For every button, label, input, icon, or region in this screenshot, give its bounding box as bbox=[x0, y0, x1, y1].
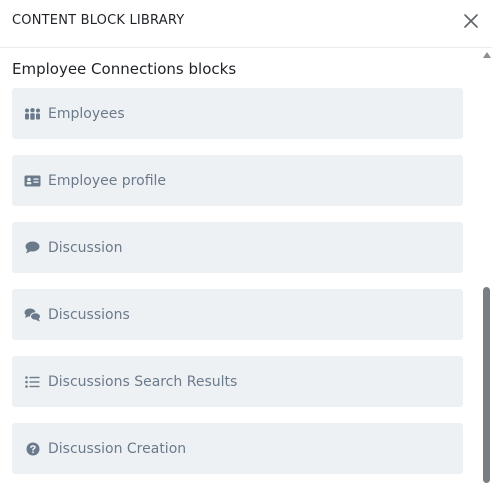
block-discussion-creation[interactable]: Discussion Creation bbox=[12, 423, 463, 474]
block-label: Discussions bbox=[48, 306, 130, 323]
id-card-icon bbox=[24, 173, 41, 189]
block-discussions[interactable]: Discussions bbox=[12, 289, 463, 340]
close-button[interactable] bbox=[460, 10, 482, 32]
question-circle-icon bbox=[24, 441, 41, 457]
block-label: Discussions Search Results bbox=[48, 373, 238, 390]
block-discussion[interactable]: Discussion bbox=[12, 222, 463, 273]
block-label: Employee profile bbox=[48, 172, 167, 189]
dialog-title: CONTENT BLOCK LIBRARY bbox=[12, 13, 185, 28]
block-library-content: Employee Connections blocks Employees Em… bbox=[0, 48, 492, 483]
block-discussions-search-results[interactable]: Discussions Search Results bbox=[12, 356, 463, 407]
block-label: Discussion Creation bbox=[48, 440, 187, 457]
list-icon bbox=[24, 374, 41, 390]
block-employee-profile[interactable]: Employee profile bbox=[12, 155, 463, 206]
scrollbar-thumb[interactable] bbox=[483, 287, 490, 483]
block-label: Discussion bbox=[48, 239, 123, 256]
vertical-scrollbar[interactable] bbox=[481, 48, 492, 483]
speech-bubbles-icon bbox=[24, 307, 41, 323]
block-label: Employees bbox=[48, 105, 125, 122]
dialog-header: CONTENT BLOCK LIBRARY bbox=[0, 0, 492, 48]
people-group-icon bbox=[24, 106, 41, 122]
speech-bubble-icon bbox=[24, 240, 41, 256]
scroll-up-arrow-icon[interactable] bbox=[483, 52, 491, 58]
section-title: Employee Connections blocks bbox=[12, 60, 237, 78]
block-list: Employees Employee profile Discussion Di… bbox=[12, 88, 463, 483]
block-employees[interactable]: Employees bbox=[12, 88, 463, 139]
close-icon bbox=[464, 14, 478, 28]
